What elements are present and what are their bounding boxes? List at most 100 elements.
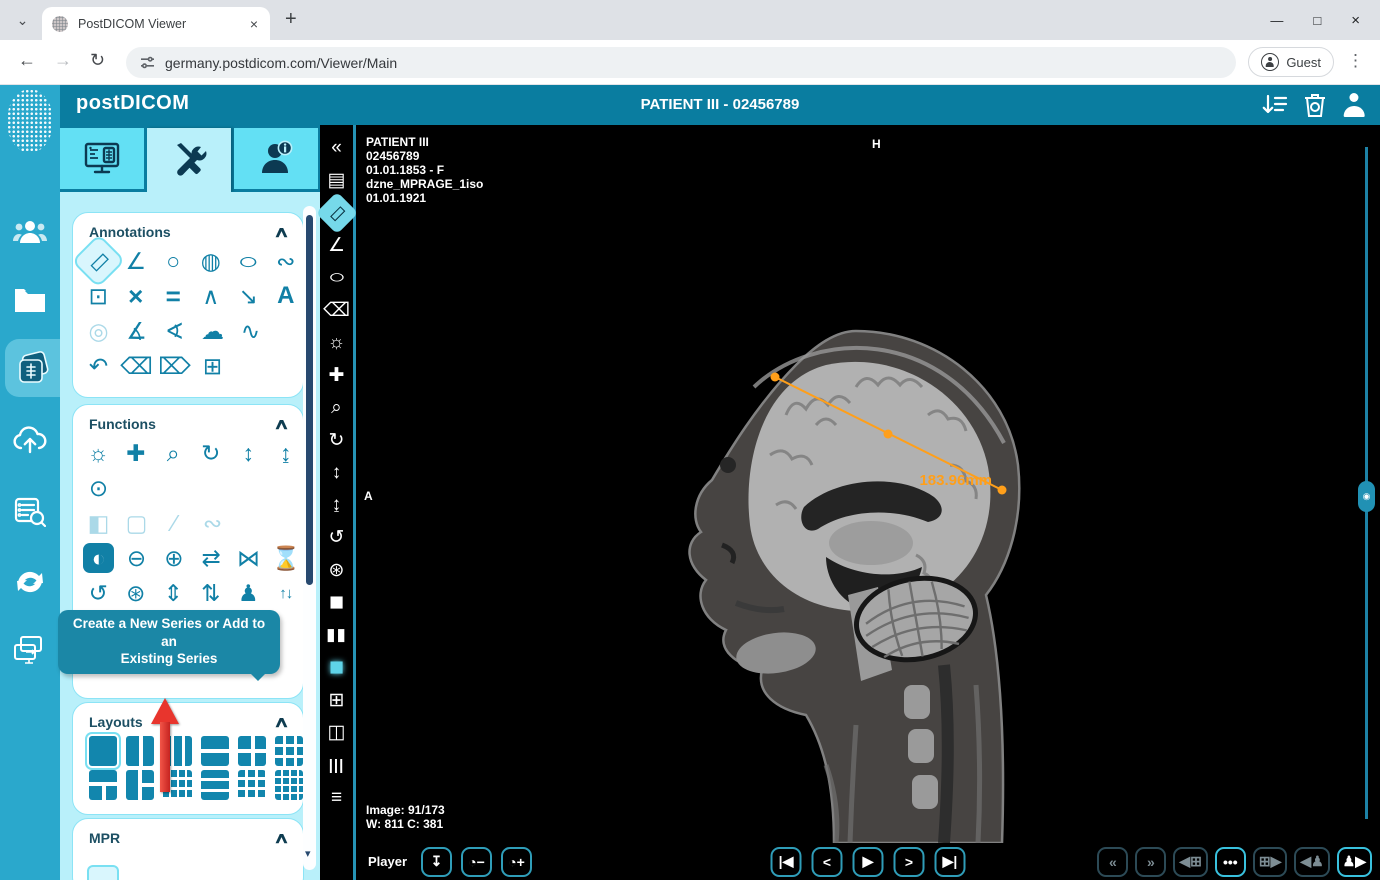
window-level-tool[interactable]: ☼ (322, 328, 352, 358)
rotate-ccw[interactable]: ↺ (81, 576, 116, 610)
report-preview[interactable]: ▤ (322, 165, 352, 195)
browser-tab[interactable]: PostDICOM Viewer × (42, 7, 270, 40)
open-angle-tool[interactable]: ∡ (119, 314, 154, 348)
cine-export-button[interactable]: ↧ (421, 846, 453, 877)
layout-2row[interactable] (200, 736, 229, 766)
first-image-button[interactable]: |◀ (770, 846, 802, 877)
next-patient-button[interactable]: ♟▶ (1336, 846, 1372, 877)
cobb-angle-tool[interactable]: ∢ (157, 314, 192, 348)
sidebar-item-folders[interactable] (0, 271, 60, 329)
save-annotations[interactable]: ⊞ (195, 349, 230, 383)
site-settings-icon[interactable] (140, 55, 155, 70)
rectangle-roi-tool[interactable]: ⊡ (81, 279, 116, 313)
stack-tool[interactable]: ↨ (269, 436, 304, 470)
panel-scroll-down-icon[interactable]: ▾ (305, 847, 311, 860)
speed-down-button[interactable]: ◔− (461, 846, 493, 877)
layout-2x2-outline[interactable]: ⊞ (322, 685, 352, 715)
browser-menu-icon[interactable]: ⋮ (1347, 51, 1364, 71)
undo-annotation[interactable]: ↶ (81, 349, 116, 383)
ellipse-tool[interactable]: ○ (313, 263, 361, 293)
sort-download-icon[interactable] (1262, 93, 1288, 117)
layout-current[interactable]: ■ (322, 653, 352, 683)
scroll-stack-tool[interactable]: ↕ (231, 436, 266, 470)
invert-image[interactable]: ◐ (83, 543, 115, 573)
collapse-mpr-icon[interactable]: ∧ (273, 829, 289, 847)
guest-account-button[interactable]: Guest (1248, 47, 1334, 77)
circle-tool[interactable]: ○ (156, 244, 191, 278)
layout-3row[interactable] (200, 770, 229, 800)
mirror-horizontal[interactable]: ⋈ (231, 541, 265, 575)
sidebar-item-image-viewer[interactable] (5, 339, 60, 397)
minimize-button[interactable]: — (1270, 13, 1283, 28)
cross-lines-tool[interactable]: × (119, 279, 154, 313)
arrow-tool[interactable]: ↘ (231, 279, 266, 313)
layout-single-filled[interactable]: ■ (322, 588, 352, 618)
mirror-vertical[interactable]: ⌛ (269, 541, 303, 575)
rotate-tool[interactable]: ↻ (194, 436, 229, 470)
layout-3x3[interactable] (274, 736, 303, 766)
rotate-cw-auto[interactable]: ⊛ (119, 576, 154, 610)
address-bar[interactable]: germany.postdicom.com/Viewer/Main (126, 47, 1236, 78)
tab-search-button[interactable]: ⌄ (10, 8, 35, 33)
window-level-tool[interactable]: ☼ (81, 436, 116, 470)
layout-4x4[interactable] (274, 770, 303, 800)
length-tool[interactable]: ▭ (74, 236, 123, 286)
new-tab-button[interactable]: + (285, 8, 297, 31)
mpr-partial-icon[interactable] (89, 867, 117, 880)
more-options-button[interactable]: ••• (1214, 846, 1246, 877)
angle-tool[interactable]: ∠ (322, 230, 352, 260)
rotate-tool[interactable]: ↻ (322, 425, 352, 455)
tab-patient-info[interactable] (234, 128, 318, 189)
tab-tools[interactable] (147, 128, 231, 192)
closed-freehand-tool[interactable]: ☁ (195, 314, 230, 348)
close-button[interactable]: × (1351, 12, 1360, 29)
collapse-panel[interactable]: « (322, 133, 352, 163)
sidebar-item-worklist[interactable] (0, 483, 60, 541)
panel-scrollbar-thumb[interactable] (306, 215, 313, 585)
collapse-annotations-icon[interactable]: ∧ (273, 223, 289, 241)
patient-orientation[interactable]: ♟ (231, 576, 266, 610)
next-image-button[interactable]: > (893, 846, 925, 877)
back-button[interactable]: ← (18, 50, 36, 71)
sidebar-item-users[interactable] (0, 203, 60, 261)
layout-2x2[interactable] (237, 736, 266, 766)
text-annotation-tool[interactable]: A (269, 279, 304, 313)
layout-3x3-gapped[interactable] (237, 770, 266, 800)
last-image-button[interactable]: ▶| (934, 846, 966, 877)
play-button[interactable]: ▶ (852, 846, 884, 877)
magnify-tool[interactable]: ⌕ (322, 393, 352, 423)
layout-split[interactable]: ◫ (322, 718, 352, 748)
collapse-layouts-icon[interactable]: ∧ (273, 713, 289, 731)
spline-tool[interactable]: ∿ (233, 314, 268, 348)
image-scroll-thumb[interactable]: ◉ (1358, 481, 1375, 512)
polyline-tool[interactable]: ∧ (194, 279, 229, 313)
expand-vertical[interactable]: ⇕ (156, 576, 191, 610)
collapse-vertical[interactable]: ⇅ (194, 576, 229, 610)
magnify-tool[interactable]: ⌕ (156, 436, 191, 470)
cine-rotate-ccw[interactable]: ↺ (322, 523, 352, 553)
erase-all-annotations[interactable]: ⌦ (157, 349, 192, 383)
speed-up-button[interactable]: ◔+ (501, 846, 533, 877)
recycle-bin-icon[interactable] (1304, 92, 1326, 118)
layout-3row-outline[interactable]: ≡ (322, 783, 352, 813)
ellipse-tool[interactable]: ○ (221, 244, 276, 278)
reset-view[interactable]: ⊙ (81, 471, 116, 505)
pan-tool[interactable]: ✚ (119, 436, 154, 470)
sidebar-item-screen-share[interactable] (0, 621, 60, 679)
zoom-out[interactable]: ⊖ (119, 541, 153, 575)
pan-tool[interactable]: ✚ (322, 360, 352, 390)
user-profile-icon[interactable] (1342, 93, 1366, 117)
scroll-stack-tool[interactable]: ↕ (322, 458, 352, 488)
length-tool[interactable]: ▭ (315, 191, 358, 234)
layout-1top-2bottom[interactable] (89, 770, 118, 800)
eraser-tool[interactable]: ⌫ (322, 295, 352, 325)
stack-tool[interactable]: ↨ (322, 490, 352, 520)
cine-settings[interactable]: ⊛ (322, 555, 352, 585)
sidebar-item-upload[interactable] (0, 411, 60, 469)
layout-3col-outline[interactable]: ||| (322, 750, 352, 780)
zoom-in[interactable]: ⊕ (157, 541, 191, 575)
reload-button[interactable]: ↻ (90, 50, 105, 71)
erase-annotation[interactable]: ⌫ (119, 349, 154, 383)
sidebar-item-sync[interactable] (0, 553, 60, 611)
previous-image-button[interactable]: < (811, 846, 843, 877)
